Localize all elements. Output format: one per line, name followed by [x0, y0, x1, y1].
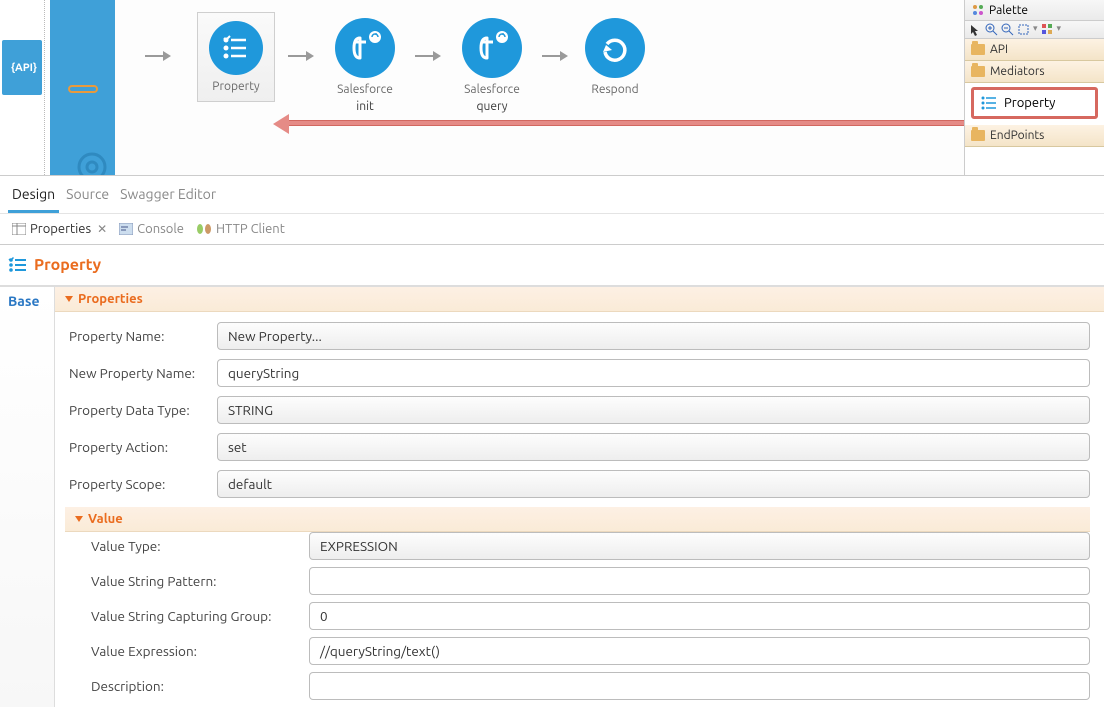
palette-icon	[971, 3, 985, 17]
zoom-out-icon[interactable]	[1001, 23, 1014, 36]
close-icon[interactable]: ✕	[97, 222, 107, 236]
gear-partial-icon	[73, 148, 111, 175]
tab-design[interactable]: Design	[8, 182, 59, 213]
pointer-icon[interactable]	[969, 23, 982, 36]
node-sublabel: init	[325, 100, 405, 113]
palette-folder-endpoints[interactable]: EndPoints	[965, 125, 1104, 147]
http-client-icon	[196, 223, 212, 235]
resource-icon	[68, 85, 98, 93]
palette-panel: Palette ▾ ▾ API Mediators Property EndPo…	[964, 0, 1104, 175]
tab-source[interactable]: Source	[62, 182, 113, 213]
value-expression-input[interactable]: //queryString/text()	[309, 637, 1090, 665]
property-icon	[8, 255, 28, 275]
grid-icon[interactable]	[1041, 23, 1054, 36]
property-category-sidebar: Base	[0, 287, 55, 707]
marquee-icon[interactable]	[1017, 23, 1030, 36]
node-label: Respond	[575, 83, 655, 96]
scope-combo[interactable]: default	[217, 470, 1090, 498]
api-badge: {API}	[2, 40, 42, 95]
label-value-string-pattern: Value String Pattern:	[91, 573, 309, 589]
label-data-type: Property Data Type:	[69, 402, 217, 418]
flow-arrow	[288, 55, 312, 57]
palette-item-property[interactable]: Property	[971, 87, 1098, 119]
label-action: Property Action:	[69, 439, 217, 455]
tab-http-client[interactable]: HTTP Client	[192, 220, 289, 238]
label-property-name: Property Name:	[69, 328, 217, 344]
category-base[interactable]: Base	[8, 293, 46, 309]
collapse-icon	[75, 516, 83, 522]
respond-node[interactable]: Respond	[575, 18, 655, 96]
property-icon	[980, 94, 998, 112]
section-properties[interactable]: Properties	[55, 287, 1104, 312]
editor-tabs: Design Source Swagger Editor	[0, 175, 1104, 213]
folder-icon	[971, 66, 985, 77]
zoom-in-icon[interactable]	[985, 23, 998, 36]
palette-folder-mediators[interactable]: Mediators	[965, 61, 1104, 83]
label-value-type: Value Type:	[91, 538, 309, 554]
folder-icon	[971, 44, 985, 55]
value-string-pattern-input[interactable]	[309, 567, 1090, 595]
palette-folder-api[interactable]: API	[965, 39, 1104, 61]
data-type-combo[interactable]: STRING	[217, 396, 1090, 424]
collapse-icon	[65, 296, 73, 302]
label-value-expression: Value Expression:	[91, 643, 309, 659]
salesforce-init-node[interactable]: Salesforce init	[325, 18, 405, 113]
salesforce-query-node[interactable]: Salesforce query	[452, 18, 532, 113]
palette-toolbar[interactable]: ▾ ▾	[965, 21, 1104, 39]
label-scope: Property Scope:	[69, 476, 217, 492]
console-icon	[119, 223, 133, 235]
property-view-header: Property	[0, 245, 1104, 286]
node-sublabel: query	[452, 100, 532, 113]
flow-arrow	[542, 55, 566, 57]
action-combo[interactable]: set	[217, 433, 1090, 461]
property-name-combo[interactable]: New Property...	[217, 322, 1090, 350]
tab-swagger[interactable]: Swagger Editor	[116, 182, 220, 213]
drag-arrow	[287, 120, 1067, 126]
value-capturing-group-input[interactable]: 0	[309, 602, 1090, 630]
properties-view-icon	[12, 223, 26, 235]
view-tabs: Properties ✕ Console HTTP Client	[0, 213, 1104, 245]
node-label: Salesforce	[452, 83, 532, 96]
tab-console[interactable]: Console	[115, 220, 188, 238]
tab-properties[interactable]: Properties ✕	[8, 220, 111, 238]
design-canvas[interactable]: Property Salesforce init Salesforce quer…	[115, 0, 1104, 175]
node-label: Salesforce	[325, 83, 405, 96]
property-node[interactable]: Property	[197, 12, 275, 102]
value-type-combo[interactable]: EXPRESSION	[309, 532, 1090, 560]
node-label: Property	[212, 80, 259, 93]
flow-arrow	[145, 55, 169, 57]
section-value[interactable]: Value	[65, 507, 1090, 532]
label-description: Description:	[91, 678, 309, 694]
label-new-property-name: New Property Name:	[69, 365, 217, 381]
description-input[interactable]	[309, 672, 1090, 700]
new-property-name-input[interactable]: queryString	[217, 359, 1090, 387]
folder-icon	[971, 130, 985, 141]
svg-text:{API}: {API}	[11, 62, 37, 74]
flow-arrow	[415, 55, 439, 57]
label-value-capturing-group: Value String Capturing Group:	[91, 608, 309, 624]
palette-title: Palette	[965, 0, 1104, 21]
